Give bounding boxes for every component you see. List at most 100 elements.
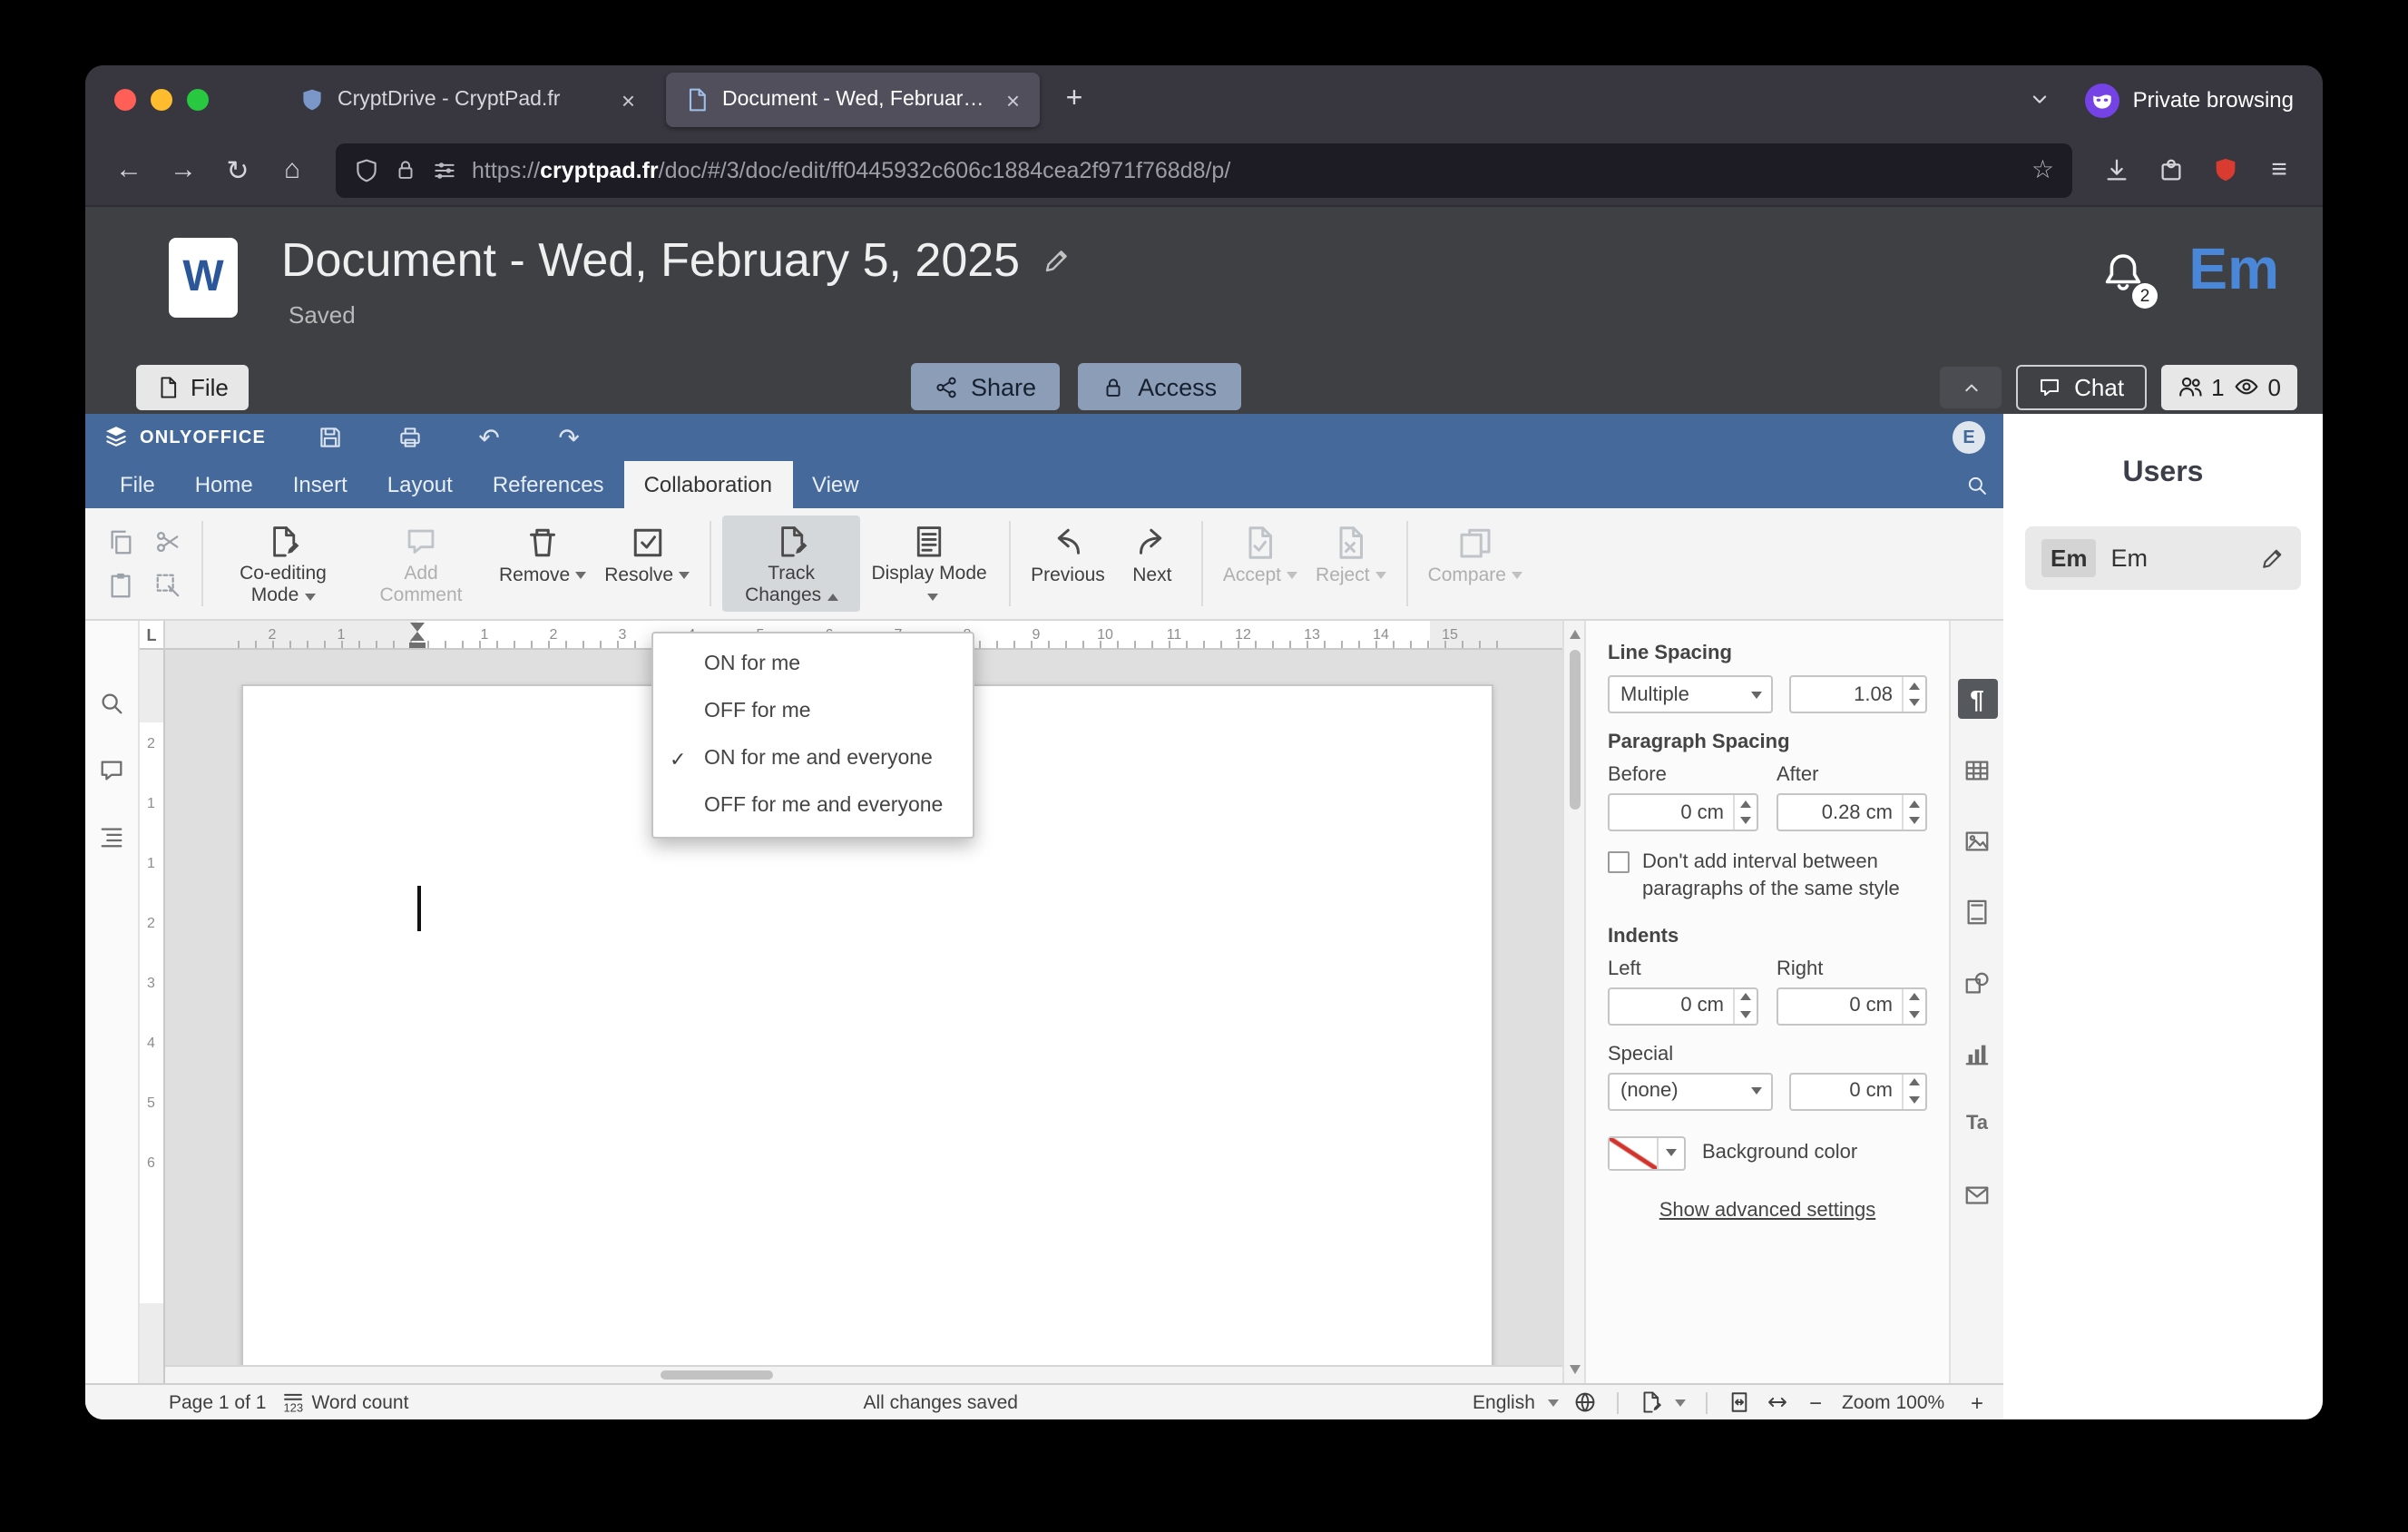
undo-button[interactable]: ↶ — [473, 423, 505, 452]
select-all-button[interactable] — [151, 569, 183, 602]
url-bar[interactable]: https://cryptpad.fr/doc/#/3/doc/edit/ff0… — [336, 142, 2072, 197]
header-footer-settings-tab[interactable] — [1957, 891, 1997, 931]
back-button[interactable]: ← — [103, 144, 154, 195]
close-tab-icon[interactable]: × — [616, 86, 641, 113]
first-line-indent-marker[interactable] — [410, 623, 425, 632]
scroll-down-arrow[interactable] — [1569, 1365, 1580, 1374]
tab-layout[interactable]: Layout — [367, 461, 473, 508]
reject-button[interactable]: Reject — [1307, 516, 1395, 612]
color-caret[interactable] — [1659, 1137, 1684, 1168]
before-spinner[interactable]: 0 cm — [1608, 793, 1758, 831]
edit-title-pencil-icon[interactable] — [1042, 246, 1071, 275]
spinner-up[interactable] — [1904, 988, 1925, 1006]
save-button[interactable] — [313, 423, 346, 452]
spinner-up[interactable] — [1904, 1074, 1925, 1091]
hanging-indent-marker[interactable] — [410, 632, 425, 641]
tab-stop-selector[interactable]: L — [140, 621, 165, 650]
home-button[interactable]: ⌂ — [267, 144, 318, 195]
copy-button[interactable] — [103, 525, 136, 558]
after-spinner[interactable]: 0.28 cm — [1777, 793, 1927, 831]
list-all-tabs-button[interactable] — [2017, 76, 2064, 123]
page-indicator[interactable]: Page 1 of 1 — [169, 1391, 266, 1413]
line-spacing-amount-spinner[interactable]: 1.08 — [1789, 675, 1927, 713]
zoom-in-button[interactable]: + — [1965, 1390, 1989, 1415]
no-interval-option[interactable]: Don't add interval between paragraphs of… — [1608, 849, 1927, 903]
image-settings-tab[interactable] — [1957, 820, 1997, 860]
bookmark-star-icon[interactable]: ☆ — [2031, 154, 2054, 185]
accept-button[interactable]: Accept — [1214, 516, 1307, 612]
downloads-button[interactable] — [2090, 144, 2141, 195]
fit-width-button[interactable] — [1766, 1390, 1789, 1414]
onlyoffice-user-avatar[interactable]: E — [1953, 421, 1985, 454]
spinner-up[interactable] — [1904, 677, 1925, 694]
spinner-up[interactable] — [1904, 795, 1925, 812]
spinner-down[interactable] — [1735, 1006, 1757, 1023]
url-text[interactable]: https://cryptpad.fr/doc/#/3/doc/edit/ff0… — [472, 157, 2017, 182]
account-avatar[interactable]: Em — [2188, 236, 2279, 303]
mail-merge-tab[interactable] — [1957, 1174, 1997, 1214]
share-button[interactable]: Share — [911, 363, 1061, 410]
redo-button[interactable]: ↷ — [553, 423, 585, 452]
track-changes-button[interactable]: Track Changes — [722, 516, 861, 612]
no-color-swatch[interactable] — [1610, 1137, 1659, 1169]
new-tab-button[interactable]: + — [1051, 76, 1098, 123]
track-changes-toggle[interactable] — [1639, 1390, 1686, 1414]
comments-icon[interactable] — [98, 757, 125, 784]
tab-view[interactable]: View — [792, 461, 879, 508]
resolve-button[interactable]: Resolve — [595, 516, 699, 612]
line-spacing-select[interactable]: Multiple — [1608, 675, 1773, 713]
special-select[interactable]: (none) — [1608, 1072, 1773, 1111]
compare-button[interactable]: Compare — [1419, 516, 1532, 612]
remove-button[interactable]: Remove — [490, 516, 595, 612]
tab-insert[interactable]: Insert — [273, 461, 367, 508]
background-color-picker[interactable] — [1608, 1135, 1686, 1171]
notifications-button[interactable]: 2 — [2101, 250, 2158, 309]
table-settings-tab[interactable] — [1957, 750, 1997, 790]
special-amount-spinner[interactable]: 0 cm — [1789, 1072, 1927, 1111]
edit-name-pencil-icon[interactable] — [2259, 545, 2285, 571]
language-select[interactable]: English — [1473, 1391, 1559, 1413]
coediting-mode-button[interactable]: Co-editing Mode — [214, 516, 352, 612]
maximize-window-button[interactable] — [187, 89, 209, 111]
chat-button[interactable]: Chat — [2016, 364, 2147, 409]
close-tab-icon[interactable]: × — [1001, 86, 1025, 113]
spinner-up[interactable] — [1735, 988, 1757, 1006]
fit-page-button[interactable] — [1728, 1390, 1751, 1414]
menu-item-on-for-everyone[interactable]: ✓ ON for me and everyone — [653, 735, 973, 782]
spinner-down[interactable] — [1904, 694, 1925, 712]
add-comment-button[interactable]: Add Comment — [352, 516, 490, 612]
display-mode-button[interactable]: Display Mode — [860, 516, 998, 612]
scroll-up-arrow[interactable] — [1569, 630, 1580, 639]
lock-icon[interactable] — [394, 158, 417, 182]
access-button[interactable]: Access — [1078, 363, 1241, 410]
print-button[interactable] — [393, 423, 426, 452]
menu-item-off-for-me[interactable]: OFF for me — [653, 688, 973, 735]
tab-file[interactable]: File — [100, 461, 175, 508]
forward-button[interactable]: → — [158, 144, 209, 195]
paragraph-settings-tab[interactable]: ¶ — [1957, 679, 1997, 719]
checkbox[interactable] — [1608, 851, 1630, 873]
permissions-icon[interactable] — [432, 157, 457, 182]
tab-document[interactable]: Document - Wed, February 5, 2025 × — [666, 73, 1040, 127]
extensions-button[interactable] — [2145, 144, 2196, 195]
right-indent-spinner[interactable]: 0 cm — [1777, 987, 1927, 1026]
spinner-down[interactable] — [1904, 812, 1925, 830]
tracking-shield-icon[interactable] — [354, 157, 379, 182]
previous-change-button[interactable]: Previous — [1022, 516, 1114, 612]
text-art-settings-tab[interactable]: Ta — [1957, 1104, 1997, 1144]
word-count-button[interactable]: 123 Word count — [280, 1390, 409, 1414]
navigation-icon[interactable] — [98, 824, 125, 851]
next-change-button[interactable]: Next — [1114, 516, 1190, 612]
left-indent-marker[interactable] — [409, 643, 426, 648]
spinner-up[interactable] — [1735, 795, 1757, 812]
spinner-down[interactable] — [1904, 1091, 1925, 1108]
vertical-ruler[interactable]: 2 1 1 2 3 4 5 6 — [140, 650, 165, 1383]
ublock-button[interactable] — [2199, 144, 2250, 195]
reload-button[interactable]: ↻ — [212, 144, 263, 195]
user-list-item[interactable]: Em Em — [2025, 526, 2301, 590]
spinner-down[interactable] — [1904, 1006, 1925, 1023]
tab-home[interactable]: Home — [175, 461, 273, 508]
menu-item-off-for-everyone[interactable]: OFF for me and everyone — [653, 782, 973, 830]
vertical-scrollbar[interactable] — [1562, 621, 1584, 1383]
search-button[interactable] — [1949, 461, 2003, 508]
